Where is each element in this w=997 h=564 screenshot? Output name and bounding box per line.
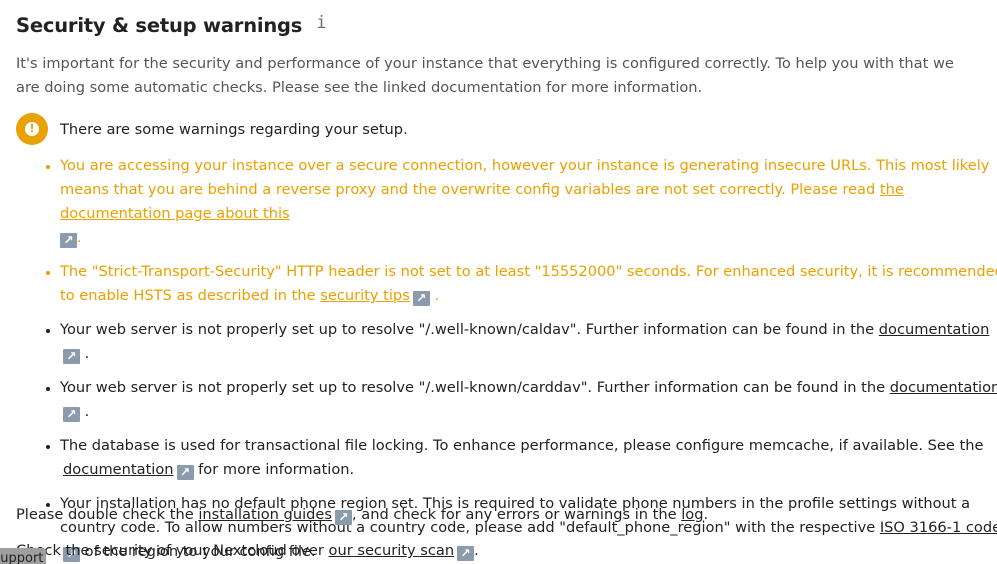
warning-icon-glyph: ! [25,122,39,136]
external-link-icon[interactable]: ↗ [176,465,194,480]
iso-code-link-label[interactable]: ISO 3166-1 code [880,519,997,536]
footer-check-guides: Please double check the installation gui… [16,503,708,527]
list-item: The "Strict-Transport-Security" HTTP hea… [60,260,997,308]
footer-text: Check the security of your Nextcloud ove… [16,542,329,559]
warning-text: Your web server is not properly set up t… [60,321,879,338]
security-scan-link[interactable]: our security scan [329,542,455,559]
warning-text-after: . [84,403,90,420]
section-title: Security & setup warnings [16,14,303,37]
documentation-link-label[interactable]: documentation [879,321,990,338]
documentation-link-label[interactable]: documentation [63,461,174,478]
list-item: Your web server is not properly set up t… [60,376,997,424]
external-link-icon[interactable]: ↗ [412,291,430,306]
warning-text-after: . [434,287,440,304]
external-link-icon[interactable]: ↗ [457,546,475,561]
info-icon[interactable]: i [316,13,326,33]
security-tips-link-label[interactable]: security tips [320,287,410,304]
log-link[interactable]: log [681,506,703,523]
footer-text-after: . [474,542,479,559]
external-link-icon[interactable]: ↗ [60,233,77,248]
warning-text: You are accessing your instance over a s… [60,157,990,198]
warning-status-text: There are some warnings regarding your s… [60,120,408,138]
list-item: You are accessing your instance over a s… [60,154,997,250]
section-header: Security & setup warnings i [16,13,326,38]
installation-guides-link-label[interactable]: installation guides [198,506,332,523]
footer-text-middle: , and check for any errors or warnings i… [351,506,682,523]
warning-text: The "Strict-Transport-Security" HTTP hea… [60,263,997,304]
documentation-link[interactable]: documentation [879,321,990,338]
footer-security-scan: Check the security of your Nextcloud ove… [16,539,479,563]
installation-guides-link[interactable]: installation guides [198,506,332,523]
intro-text: It's important for the security and perf… [16,55,954,96]
warning-status: ! There are some warnings regarding your… [16,113,408,145]
iso-code-link[interactable]: ISO 3166-1 code [880,519,997,536]
warning-text-after: . [84,345,90,362]
warning-text: The database is used for transactional f… [60,437,984,454]
external-link-icon[interactable]: ↗ [63,349,80,364]
support-tab[interactable]: Support [0,548,46,564]
security-scan-link-label[interactable]: our security scan [329,542,455,559]
documentation-link-label[interactable]: documentation [890,379,997,396]
footer-text: Please double check the [16,506,199,523]
warning-text: Your web server is not properly set up t… [60,379,890,396]
warning-icon: ! [16,113,48,145]
warning-text-after: for more information. [193,461,355,478]
documentation-link[interactable]: documentation [890,379,997,396]
footer-text-after: . [703,506,709,523]
documentation-link[interactable]: documentation [63,461,174,478]
external-link-icon[interactable]: ↗ [334,510,352,525]
list-item: The database is used for transactional f… [60,434,997,482]
security-tips-link[interactable]: security tips [320,287,410,304]
security-warnings-panel: Security & setup warnings i It's importa… [0,0,997,564]
list-item: Your web server is not properly set up t… [60,318,997,366]
external-link-icon[interactable]: ↗ [63,407,80,422]
warning-text-after: . [77,229,82,246]
